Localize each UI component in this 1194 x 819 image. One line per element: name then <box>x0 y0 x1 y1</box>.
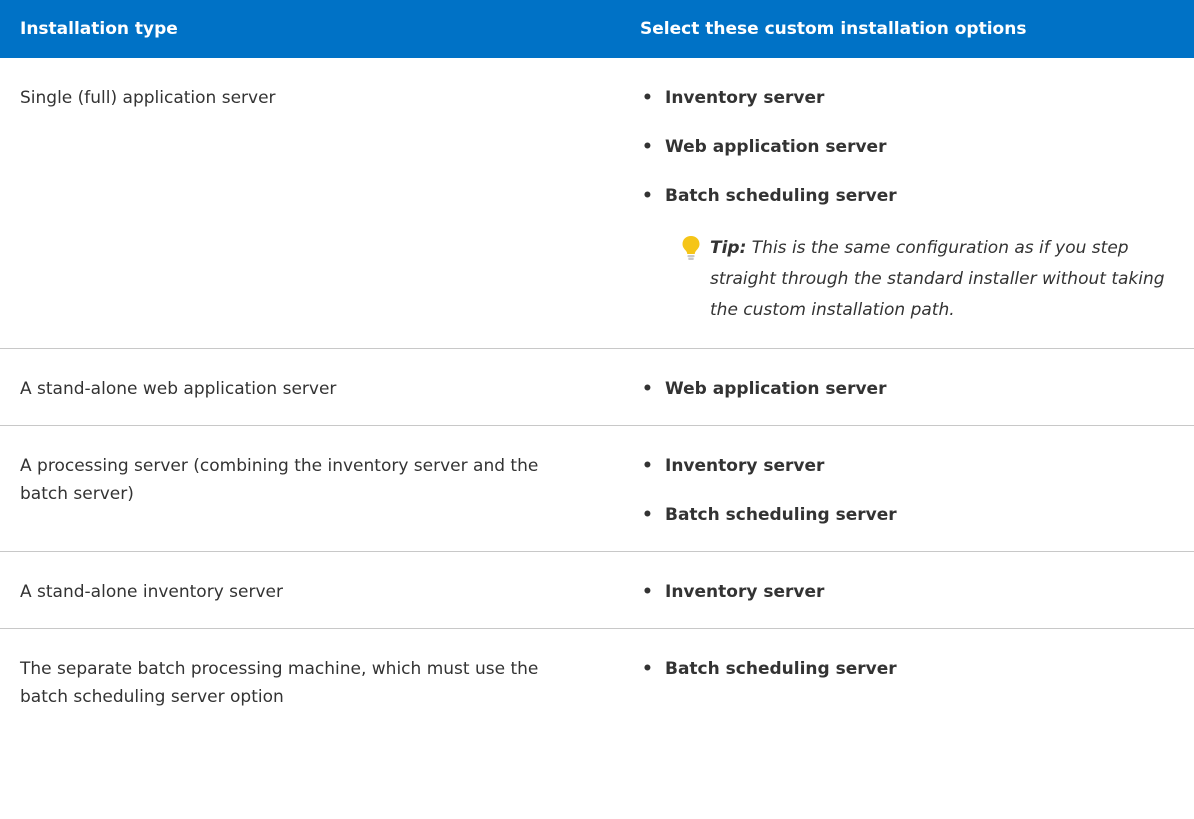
installation-type-cell: The separate batch processing machine, w… <box>20 659 539 707</box>
options-cell: • Inventory server • Web application serve… <box>620 58 1194 349</box>
option-label: Web application server <box>665 137 887 157</box>
options-cell: • Batch scheduling server <box>620 629 1194 734</box>
option-label: Batch scheduling server <box>665 659 897 679</box>
table-header-row: Installation type Select these custom in… <box>0 0 1194 58</box>
installation-options-table: Installation type Select these custom in… <box>0 0 1194 733</box>
option-label: Batch scheduling server <box>665 505 897 525</box>
bullet-icon: • <box>642 186 653 206</box>
table-row: A stand-alone inventory server • Inventor… <box>0 551 1194 629</box>
header-installation-type: Installation type <box>0 0 620 58</box>
option-label: Inventory server <box>665 456 825 476</box>
table-row: Single (full) application server • Invent… <box>0 58 1194 349</box>
options-list: • Inventory server • Web application serve… <box>640 84 1194 210</box>
installation-type-cell: A stand-alone inventory server <box>0 551 620 629</box>
option-label: Batch scheduling server <box>665 186 897 206</box>
options-cell: • Inventory server <box>620 551 1194 629</box>
installation-type-cell: Single (full) application server <box>0 58 620 349</box>
bullet-icon: • <box>642 379 653 399</box>
table-row: A processing server (combining the inven… <box>0 425 1194 552</box>
lightbulb-icon <box>682 236 700 260</box>
bullet-icon: • <box>642 505 653 525</box>
list-item: • Batch scheduling server <box>640 655 1194 683</box>
option-label: Inventory server <box>665 88 825 108</box>
tip-label: Tip: <box>710 238 747 258</box>
options-list: • Inventory server <box>640 578 1194 606</box>
list-item: • Inventory server <box>640 84 1194 112</box>
table-row: A stand-alone web application server • We… <box>0 348 1194 426</box>
list-item: • Inventory server <box>640 578 1194 606</box>
options-list: • Batch scheduling server <box>640 655 1194 683</box>
list-item: • Inventory server <box>640 452 1194 480</box>
option-label: Web application server <box>665 379 887 399</box>
tip-text: This is the same configuration as if you… <box>710 238 1165 320</box>
options-cell: • Web application server <box>620 348 1194 426</box>
options-cell: • Inventory server • Batch scheduling serv… <box>620 425 1194 552</box>
list-item: • Web application server <box>640 133 1194 161</box>
options-list: • Web application server <box>640 375 1194 403</box>
list-item: • Batch scheduling server <box>640 501 1194 529</box>
header-installation-options: Select these custom installation options <box>620 0 1194 58</box>
tip-note: Tip: This is the same configuration as i… <box>682 233 1190 326</box>
bullet-icon: • <box>642 659 653 679</box>
bullet-icon: • <box>642 456 653 476</box>
list-item: • Web application server <box>640 375 1194 403</box>
options-list: • Inventory server • Batch scheduling serv… <box>640 452 1194 529</box>
option-label: Inventory server <box>665 582 825 602</box>
bullet-icon: • <box>642 137 653 157</box>
table-row: The separate batch processing machine, w… <box>0 629 1194 734</box>
bullet-icon: • <box>642 582 653 602</box>
bullet-icon: • <box>642 88 653 108</box>
installation-type-cell: A processing server (combining the inven… <box>0 425 620 552</box>
list-item: • Batch scheduling server <box>640 182 1194 210</box>
installation-type-cell: A stand-alone web application server <box>0 348 620 426</box>
